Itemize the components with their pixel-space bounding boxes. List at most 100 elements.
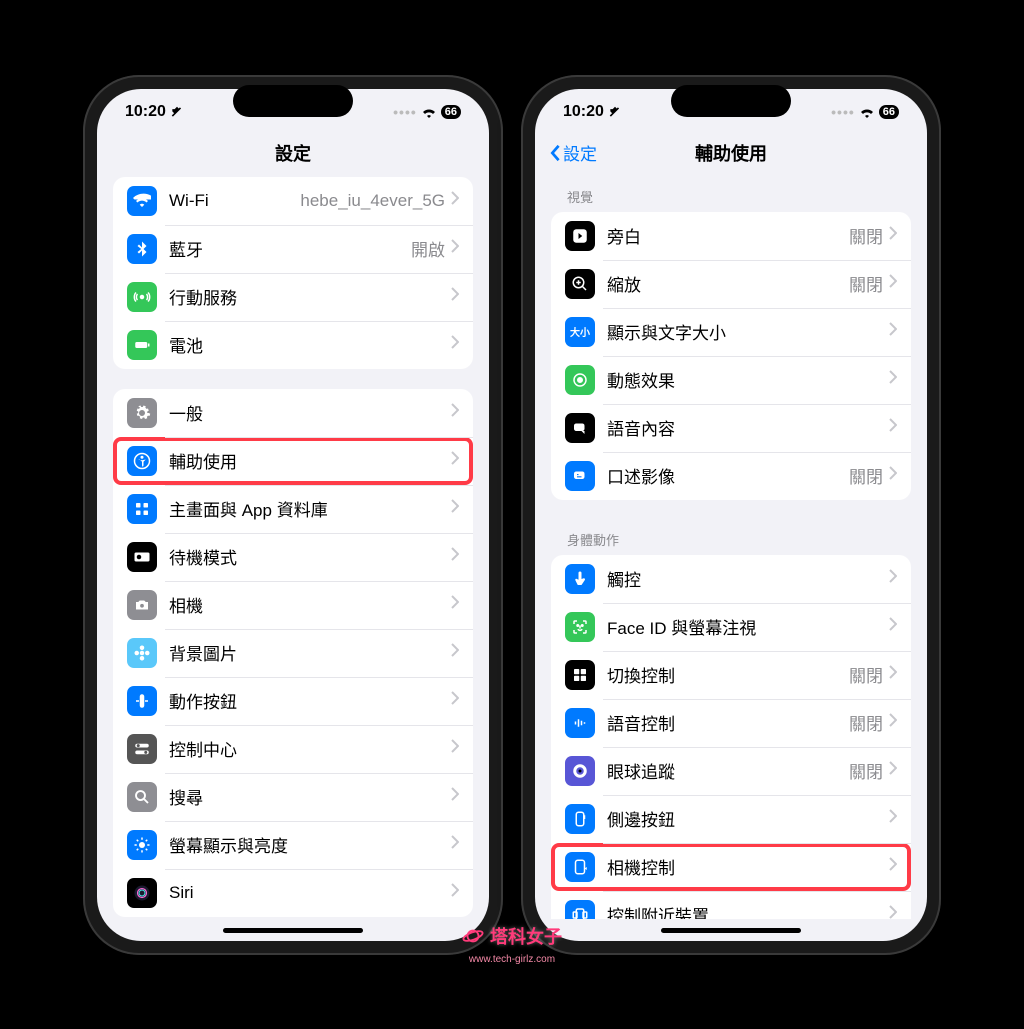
switches-icon xyxy=(127,734,157,764)
chevron-right-icon xyxy=(451,335,459,354)
content-right[interactable]: 視覺旁白關閉縮放關閉大小顯示與文字大小動態效果語音內容口述影像關閉身體動作觸控F… xyxy=(535,177,927,919)
dynamic-island xyxy=(233,85,353,117)
screen-left: 10:20 •••• 66 設定 Wi-Fihebe_iu_4ever_5G藍牙… xyxy=(97,89,489,941)
wifi-status-icon xyxy=(859,106,875,118)
row-general[interactable]: 一般 xyxy=(113,389,473,437)
row-eyetrack[interactable]: 眼球追蹤關閉 xyxy=(551,747,911,795)
row-voiceover[interactable]: 旁白關閉 xyxy=(551,212,911,260)
chevron-right-icon xyxy=(889,466,897,485)
row-voicectrl[interactable]: 語音控制關閉 xyxy=(551,699,911,747)
eye-icon xyxy=(565,756,595,786)
home-indicator[interactable] xyxy=(661,928,801,933)
chevron-right-icon xyxy=(451,403,459,422)
audio-icon xyxy=(565,461,595,491)
page-title: 輔助使用 xyxy=(695,140,767,166)
row-label: 搜尋 xyxy=(169,784,451,809)
row-label: 動作按鈕 xyxy=(169,688,451,713)
motion-icon xyxy=(565,365,595,395)
chevron-right-icon xyxy=(451,191,459,210)
back-label: 設定 xyxy=(563,140,597,165)
row-label: 旁白 xyxy=(607,223,849,248)
row-label: 相機控制 xyxy=(607,854,889,879)
back-button[interactable]: 設定 xyxy=(549,140,597,165)
row-control[interactable]: 控制中心 xyxy=(113,725,473,773)
row-label: Face ID 與螢幕注視 xyxy=(607,614,889,639)
row-action[interactable]: 動作按鈕 xyxy=(113,677,473,725)
voiceover-icon xyxy=(565,221,595,251)
row-siri[interactable]: Siri xyxy=(113,869,473,917)
camera-icon xyxy=(127,590,157,620)
chevron-right-icon xyxy=(889,569,897,588)
row-nearby[interactable]: 控制附近裝置 xyxy=(551,891,911,919)
row-zoom[interactable]: 縮放關閉 xyxy=(551,260,911,308)
row-faceid[interactable]: Face ID 與螢幕注視 xyxy=(551,603,911,651)
row-switchctrl[interactable]: 切換控制關閉 xyxy=(551,651,911,699)
home-indicator[interactable] xyxy=(223,928,363,933)
row-value: 關閉 xyxy=(849,463,883,488)
row-battery[interactable]: 電池 xyxy=(113,321,473,369)
row-label: 側邊按鈕 xyxy=(607,806,889,831)
phone-left: 10:20 •••• 66 設定 Wi-Fihebe_iu_4ever_5G藍牙… xyxy=(83,75,503,955)
row-cellular[interactable]: 行動服務 xyxy=(113,273,473,321)
row-label: 語音控制 xyxy=(607,710,849,735)
row-wifi[interactable]: Wi-Fihebe_iu_4ever_5G xyxy=(113,177,473,225)
row-bluetooth[interactable]: 藍牙開啟 xyxy=(113,225,473,273)
row-label: 顯示與文字大小 xyxy=(607,319,889,344)
section-header: 身體動作 xyxy=(535,520,927,555)
row-label: 行動服務 xyxy=(169,284,451,309)
chevron-right-icon xyxy=(889,418,897,437)
chevron-right-icon xyxy=(889,226,897,245)
row-homescreen[interactable]: 主畫面與 App 資料庫 xyxy=(113,485,473,533)
nav-bar: 設定 xyxy=(97,129,489,177)
chevron-right-icon xyxy=(451,239,459,258)
row-spoken[interactable]: 語音內容 xyxy=(551,404,911,452)
chevron-right-icon xyxy=(889,905,897,919)
row-camera[interactable]: 相機 xyxy=(113,581,473,629)
faceid-icon xyxy=(565,612,595,642)
settings-group: 一般輔助使用主畫面與 App 資料庫待機模式相機背景圖片動作按鈕控制中心搜尋螢幕… xyxy=(113,389,473,917)
row-label: 口述影像 xyxy=(607,463,849,488)
planet-icon xyxy=(462,925,484,947)
chevron-right-icon xyxy=(451,835,459,854)
chevron-left-icon xyxy=(549,144,561,162)
row-textsize[interactable]: 大小顯示與文字大小 xyxy=(551,308,911,356)
flower-icon xyxy=(127,638,157,668)
chevron-right-icon xyxy=(451,287,459,306)
content-left[interactable]: Wi-Fihebe_iu_4ever_5G藍牙開啟行動服務電池一般輔助使用主畫面… xyxy=(97,177,489,919)
row-standby[interactable]: 待機模式 xyxy=(113,533,473,581)
bluetooth-icon xyxy=(127,234,157,264)
row-search[interactable]: 搜尋 xyxy=(113,773,473,821)
row-sidebtn[interactable]: 側邊按鈕 xyxy=(551,795,911,843)
row-value: 開啟 xyxy=(411,236,445,261)
dynamic-island xyxy=(671,85,791,117)
row-label: 動態效果 xyxy=(607,367,889,392)
row-accessibility[interactable]: 輔助使用 xyxy=(113,437,473,485)
row-cameractrl[interactable]: 相機控制 xyxy=(551,843,911,891)
row-value: 關閉 xyxy=(849,271,883,296)
clock-icon xyxy=(127,542,157,572)
wifi-icon xyxy=(127,186,157,216)
page-title: 設定 xyxy=(275,140,311,166)
speech-icon xyxy=(565,413,595,443)
row-audiodesc[interactable]: 口述影像關閉 xyxy=(551,452,911,500)
row-wallpaper[interactable]: 背景圖片 xyxy=(113,629,473,677)
status-time: 10:20 xyxy=(563,103,604,121)
row-motion[interactable]: 動態效果 xyxy=(551,356,911,404)
mute-icon xyxy=(608,105,622,119)
chevron-right-icon xyxy=(889,274,897,293)
chevron-right-icon xyxy=(889,322,897,341)
wifi-status-icon xyxy=(421,106,437,118)
row-label: 控制中心 xyxy=(169,736,451,761)
watermark: 塔科女子 xyxy=(462,923,562,949)
row-label: 相機 xyxy=(169,592,451,617)
row-value: 關閉 xyxy=(849,662,883,687)
section-header: 視覺 xyxy=(535,177,927,212)
mute-icon xyxy=(170,105,184,119)
chevron-right-icon xyxy=(451,595,459,614)
row-touch[interactable]: 觸控 xyxy=(551,555,911,603)
row-display[interactable]: 螢幕顯示與亮度 xyxy=(113,821,473,869)
zoom-icon xyxy=(565,269,595,299)
dots-icon: •••• xyxy=(393,104,417,120)
chevron-right-icon xyxy=(451,691,459,710)
chevron-right-icon xyxy=(451,787,459,806)
